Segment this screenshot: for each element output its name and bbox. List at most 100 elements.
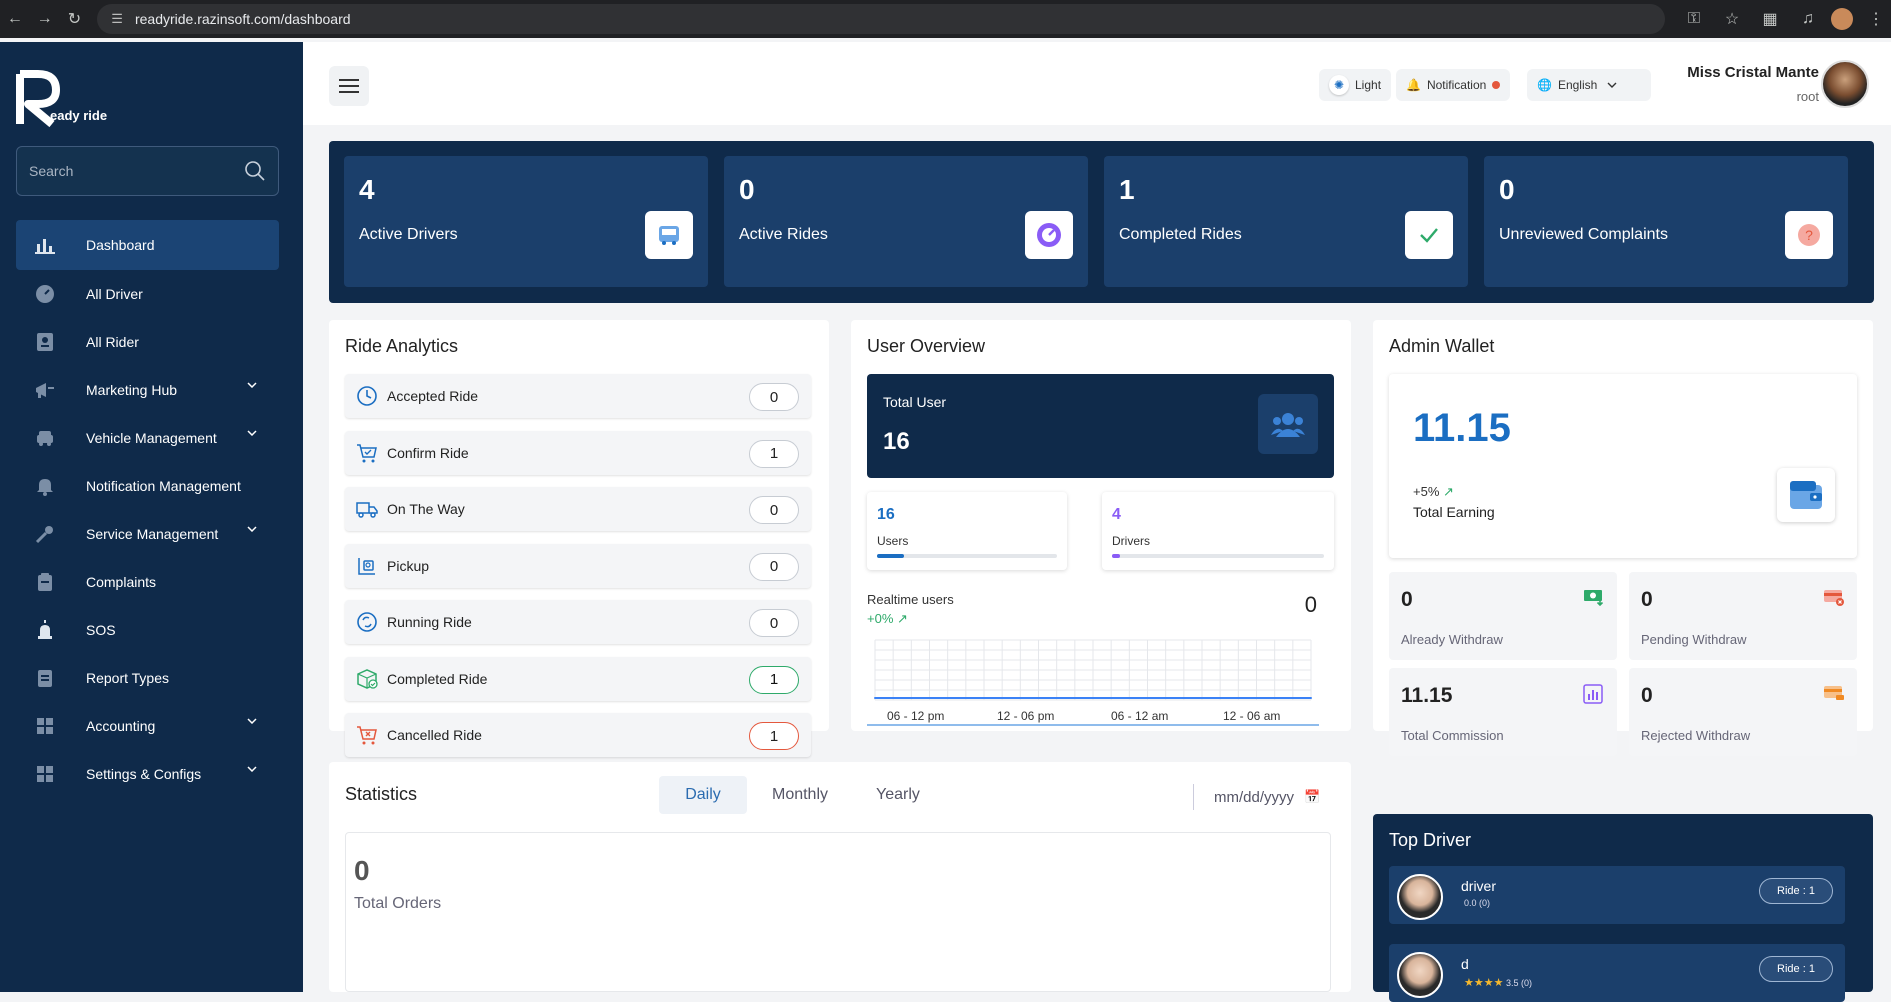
url-text: readyride.razinsoft.com/dashboard [134,11,351,27]
stat-card-active-drivers[interactable]: 4 Active Drivers [344,156,708,287]
sidebar-item-dashboard[interactable]: Dashboard [16,220,279,270]
chevron-down-icon [247,526,257,532]
truck-icon [355,497,379,521]
ride-row-cancelled-ride[interactable]: Cancelled Ride 1 [345,713,811,757]
ride-row-label: Cancelled Ride [387,727,482,743]
wallet-card-value: 0 [1641,588,1653,611]
user-role: root [1796,89,1819,104]
ride-row-accepted-ride[interactable]: Accepted Ride 0 [345,374,811,418]
stat-card-unreviewed-complaints[interactable]: 0 Unreviewed Complaints? [1484,156,1848,287]
wallet-card-already-withdraw: 0 Already Withdraw [1389,572,1617,660]
tab-monthly[interactable]: Monthly [755,776,845,814]
total-earning-label: Total Earning [1413,504,1495,520]
sidebar-item-notification-management[interactable]: Notification Management [16,462,279,510]
main-content: ✺ Light 🔔 Notification 🌐 English Miss Cr… [303,42,1891,1002]
clipboard-icon [34,571,56,593]
cart-x-icon [355,723,379,747]
notification-button[interactable]: 🔔 Notification [1396,69,1511,101]
driver-rides-badge[interactable]: Ride : 1 [1759,878,1833,904]
sidebar-item-label: SOS [86,622,116,638]
ride-row-completed-ride[interactable]: Completed Ride 1 [345,656,811,701]
more-icon[interactable]: ⋮ [1861,4,1891,34]
logo-text: eady ride [50,108,107,123]
theme-label: Light [1355,78,1382,92]
stat-card-completed-rides[interactable]: 1 Completed Rides [1104,156,1468,287]
trend-up-icon: ↗ [897,611,908,626]
speedometer-icon [34,283,56,305]
sidebar-item-label: All Rider [86,334,139,350]
svg-text:?: ? [1805,227,1813,243]
ride-row-on-the-way[interactable]: On The Way 0 [345,487,811,531]
driver-rides-badge[interactable]: Ride : 1 [1759,956,1833,982]
trend-up-icon: ↗ [1443,484,1454,499]
address-bar[interactable]: ☰ readyride.razinsoft.com/dashboard [97,4,1665,34]
grid-icon [34,763,56,785]
site-settings-icon[interactable]: ☰ [111,11,123,27]
sidebar-item-label: Vehicle Management [86,430,217,446]
cart-check-icon [355,441,379,465]
media-icon[interactable]: ♫ [1793,4,1823,34]
calendar-icon[interactable]: 📅 [1304,789,1320,805]
ride-row-label: Running Ride [387,614,472,630]
tab-yearly[interactable]: Yearly [853,776,943,814]
earning-change-text: +5% [1413,484,1440,499]
date-picker[interactable]: mm/dd/yyyy 📅 [1193,784,1320,810]
notification-dot [1492,81,1501,89]
search-icon[interactable] [244,160,266,182]
key-icon[interactable]: ⚿ [1679,4,1709,34]
realtime-point [1310,697,1312,699]
star-icon[interactable]: ☆ [1717,4,1747,34]
refresh-icon [355,610,379,634]
user-avatar[interactable] [1821,60,1869,108]
bus-icon [645,211,693,259]
driver-name: d [1461,956,1469,972]
sidebar-item-all-driver[interactable]: All Driver [16,270,279,318]
profile-avatar[interactable] [1831,8,1853,30]
sidebar-item-all-rider[interactable]: All Rider [16,318,279,366]
extensions-icon[interactable]: ▦ [1755,4,1785,34]
tab-daily[interactable]: Daily [659,776,747,814]
ride-row-running-ride[interactable]: Running Ride 0 [345,600,811,644]
ride-analytics-panel: Ride Analytics Accepted Ride 0 Confirm Rid… [329,320,829,757]
chart-x-tick-label: 06 - 12 pm [887,709,944,723]
total-orders-card: 0 Total Orders [345,832,1331,992]
total-earning-card: 11.15 +5% ↗ Total Earning [1389,374,1857,558]
forward-icon[interactable]: → [30,4,60,34]
sidebar-item-accounting[interactable]: Accounting [16,702,279,750]
language-select[interactable]: 🌐 English [1527,69,1651,101]
ready-ride-logo[interactable]: eady ride [16,68,116,128]
ride-row-confirm-ride[interactable]: Confirm Ride 1 [345,430,811,475]
total-user-value: 16 [883,428,910,455]
ride-row-label: Accepted Ride [387,388,479,404]
chevron-down-icon [247,382,257,388]
top-driver-row[interactable]: driver 0.0 (0) Ride : 1 [1389,866,1845,924]
search-input[interactable] [29,163,229,179]
wallet-card-value: 11.15 [1401,684,1453,707]
chart-x-tick-label: 06 - 12 am [1111,709,1168,723]
stat-value: 1 [1119,174,1135,205]
sun-icon: ✺ [1329,75,1349,95]
menu-toggle-button[interactable] [329,66,369,106]
ride-row-pickup[interactable]: Pickup 0 [345,543,811,588]
wallet-card-label: Already Withdraw [1401,632,1503,647]
reload-icon[interactable]: ↻ [60,4,90,34]
sidebar-item-vehicle-management[interactable]: Vehicle Management [16,414,279,462]
earning-change: +5% ↗ [1413,484,1454,500]
top-driver-row[interactable]: d ★★★★ 3.5 (0) Ride : 1 [1389,944,1845,1002]
stat-label: Active Rides [739,226,828,243]
sidebar-item-service-management[interactable]: Service Management [16,510,279,558]
stat-value: 4 [359,174,375,205]
ride-analytics-title: Ride Analytics [345,336,459,356]
gauge-icon [1025,211,1073,259]
sidebar-item-settings-configs[interactable]: Settings & Configs [16,750,279,798]
drivers-stat-card: 4 Drivers [1102,492,1334,570]
sidebar-item-marketing-hub[interactable]: Marketing Hub [16,366,279,414]
sidebar-item-sos[interactable]: SOS [16,606,279,654]
sidebar-item-label: All Driver [86,286,143,302]
back-icon[interactable]: ← [0,4,30,34]
sidebar-item-complaints[interactable]: Complaints [16,558,279,606]
theme-toggle[interactable]: ✺ Light [1319,69,1392,101]
ride-row-count: 0 [749,552,799,581]
sidebar-item-report-types[interactable]: Report Types [16,654,279,702]
stat-card-active-rides[interactable]: 0 Active Rides [724,156,1088,287]
